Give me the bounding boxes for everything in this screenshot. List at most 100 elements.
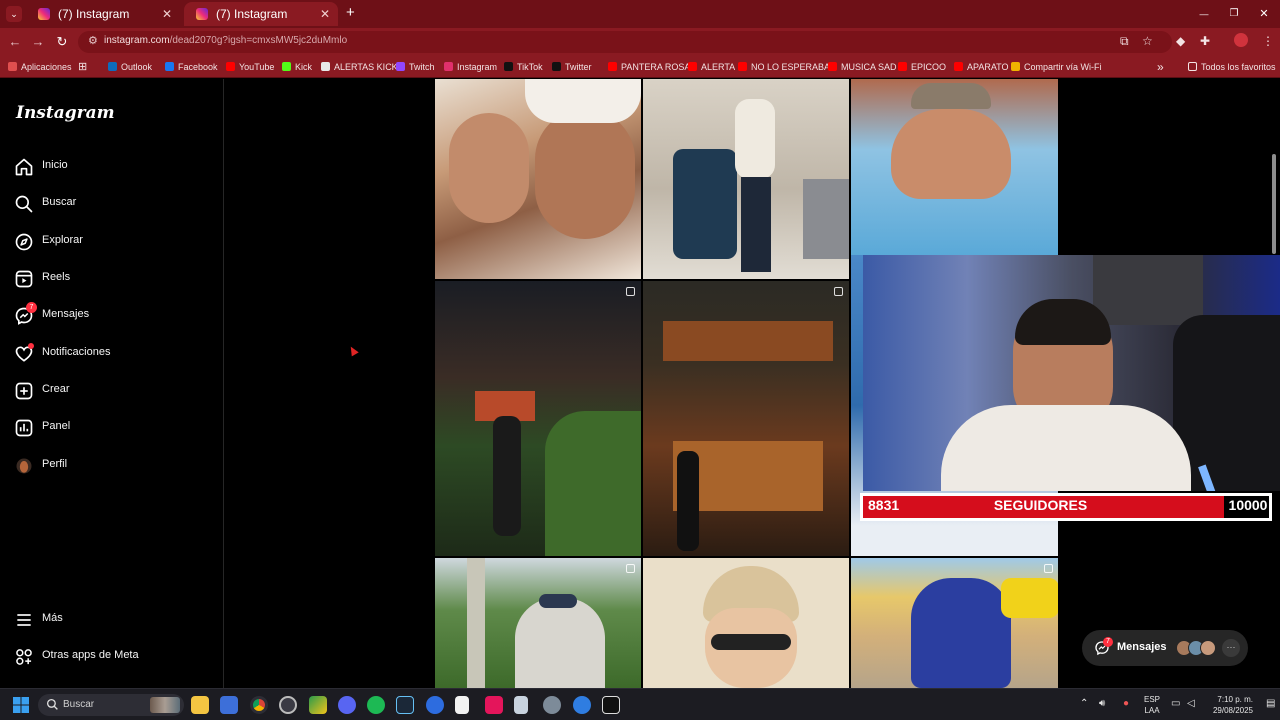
launcher-grid-icon[interactable]: ⊞	[78, 59, 87, 75]
scrollbar-thumb[interactable]	[1272, 154, 1276, 254]
bookmark-item[interactable]: Outlook	[108, 59, 152, 75]
nav-meta-apps[interactable]: Otras apps de Meta	[14, 645, 204, 669]
bookmark-item[interactable]: EPICOO	[898, 59, 946, 75]
install-app-icon[interactable]: ⧉	[1120, 34, 1129, 49]
browser-tab-1[interactable]: (7) Instagram ✕	[26, 2, 180, 26]
bookmark-item[interactable]: PANTERA ROSA	[608, 59, 690, 75]
chrome-menu-icon[interactable]: ⋮	[1262, 34, 1274, 48]
bookmark-item[interactable]: Kick	[282, 59, 312, 75]
apps-bookmark[interactable]: Aplicaciones	[8, 59, 72, 75]
bookmark-item[interactable]: ALERTA	[688, 59, 735, 75]
windows-start-icon[interactable]	[13, 697, 29, 713]
app-icon[interactable]	[573, 696, 591, 714]
bookmark-label: Facebook	[178, 62, 218, 72]
store-icon[interactable]	[220, 696, 238, 714]
nav-explore[interactable]: Explorar	[14, 230, 204, 254]
more-conversations-icon[interactable]: ···	[1222, 639, 1240, 657]
bookmark-item[interactable]: Compartir vía Wi-Fi	[1011, 59, 1102, 75]
messages-floating-button[interactable]: 7 Mensajes ···	[1082, 630, 1248, 666]
bookmark-item[interactable]: Facebook	[165, 59, 218, 75]
speaker-icon[interactable]: 🔊︎	[1099, 698, 1105, 709]
extensions-puzzle-icon[interactable]: ✚	[1200, 34, 1210, 48]
taskbar-search-placeholder: Buscar	[63, 699, 95, 710]
all-bookmarks-folder[interactable]: Todos los favoritos	[1188, 59, 1276, 75]
nav-home[interactable]: Inicio	[14, 155, 204, 179]
document-icon[interactable]	[455, 696, 469, 714]
bookmark-favicon-icon	[1011, 62, 1020, 71]
bookmark-item[interactable]: TikTok	[504, 59, 543, 75]
minimize-button[interactable]: —	[1188, 0, 1220, 28]
address-bar[interactable]: ⚙ instagram.com/dead2070g?igsh=cmxsMW5jc…	[78, 31, 1172, 53]
tab-search-button[interactable]: ⌄	[6, 6, 22, 22]
bookmark-item[interactable]: MUSICA SAD	[828, 59, 897, 75]
browser-tab-strip: ⌄ (7) Instagram ✕ (7) Instagram ✕ + — ❐ …	[0, 0, 1280, 28]
instagram-logo[interactable]: Instagram	[16, 103, 115, 123]
post-thumbnail[interactable]	[643, 281, 849, 556]
bookmark-item[interactable]: ALERTAS KICK	[321, 59, 398, 75]
volume-icon[interactable]: ◁	[1187, 698, 1195, 709]
post-thumbnail[interactable]	[851, 79, 1059, 255]
bookmark-label: APARATO	[967, 62, 1009, 72]
bookmark-item[interactable]: APARATO	[954, 59, 1009, 75]
extension-icon[interactable]: ◆	[1176, 34, 1185, 48]
spotify-icon[interactable]	[367, 696, 385, 714]
close-window-button[interactable]: ✕	[1248, 0, 1280, 28]
app-icon[interactable]	[309, 696, 327, 714]
app-icon[interactable]	[426, 696, 444, 714]
back-button[interactable]: ←	[6, 33, 24, 51]
network-icon[interactable]: ▭	[1171, 698, 1180, 709]
nav-search[interactable]: Buscar	[14, 192, 204, 216]
settings-icon[interactable]	[543, 696, 561, 714]
post-thumbnail[interactable]	[851, 558, 1059, 688]
nav-messages[interactable]: 7 Mensajes	[14, 302, 204, 328]
bookmark-label: ALERTA	[701, 62, 736, 72]
capcut-icon[interactable]	[602, 696, 620, 714]
bookmark-item[interactable]: Instagram	[444, 59, 497, 75]
nav-panel[interactable]: Panel	[14, 416, 204, 440]
obs-icon[interactable]	[279, 696, 297, 714]
microphone-icon[interactable]: ●	[1123, 698, 1129, 709]
reload-button[interactable]: ↻	[53, 33, 71, 51]
show-hidden-icons-icon[interactable]: ⌃	[1080, 698, 1088, 709]
bookmark-star-icon[interactable]: ☆	[1142, 34, 1153, 48]
bookmark-item[interactable]: NO LO ESPERABA	[738, 59, 830, 75]
browser-tab-2-active[interactable]: (7) Instagram ✕	[184, 2, 338, 26]
profile-avatar-icon[interactable]	[1234, 33, 1248, 47]
site-info-icon[interactable]: ⚙	[88, 34, 98, 47]
bookmark-item[interactable]: Twitch	[396, 59, 435, 75]
notepad-icon[interactable]	[514, 696, 528, 714]
steam-icon[interactable]	[396, 696, 414, 714]
language-indicator[interactable]: ESP LAA	[1141, 694, 1163, 716]
chrome-icon[interactable]	[250, 696, 268, 714]
close-tab-icon[interactable]: ✕	[162, 2, 172, 26]
post-photo-shape	[911, 578, 1011, 688]
post-thumbnail[interactable]	[435, 558, 641, 688]
page-scrollbar[interactable]	[1271, 80, 1277, 260]
taskbar-clock[interactable]: 7:10 p. m. 29/08/2025	[1205, 694, 1253, 716]
discord-icon[interactable]	[338, 696, 356, 714]
nav-notifications[interactable]: Notificaciones	[14, 342, 204, 366]
nav-reels[interactable]: Reels	[14, 267, 204, 291]
nav-create[interactable]: Crear	[14, 379, 204, 403]
close-tab-icon[interactable]: ✕	[320, 2, 330, 26]
file-explorer-icon[interactable]	[191, 696, 209, 714]
taskbar-search-box[interactable]: Buscar	[38, 694, 184, 716]
restore-button[interactable]: ❐	[1218, 0, 1250, 28]
folder-icon	[1188, 62, 1197, 71]
post-thumbnail[interactable]	[435, 79, 641, 279]
webcam-shelf	[1093, 255, 1203, 325]
bookmarks-overflow-icon[interactable]: »	[1157, 59, 1164, 75]
follower-goal-bar: 8831 SEGUIDORES 10000	[860, 493, 1272, 521]
tiktok-icon[interactable]	[485, 696, 503, 714]
bookmark-item[interactable]: YouTube	[226, 59, 274, 75]
post-thumbnail[interactable]	[435, 281, 641, 556]
nav-more[interactable]: Más	[14, 608, 204, 632]
nav-profile[interactable]: Perfil	[14, 454, 204, 478]
bookmark-label: MUSICA SAD	[841, 62, 897, 72]
new-tab-button[interactable]: +	[346, 4, 355, 21]
post-thumbnail[interactable]	[643, 558, 849, 688]
forward-button[interactable]: →	[29, 33, 47, 51]
notification-center-icon[interactable]: ▤	[1266, 698, 1275, 709]
post-thumbnail[interactable]	[643, 79, 849, 279]
bookmark-item[interactable]: Twitter	[552, 59, 592, 75]
